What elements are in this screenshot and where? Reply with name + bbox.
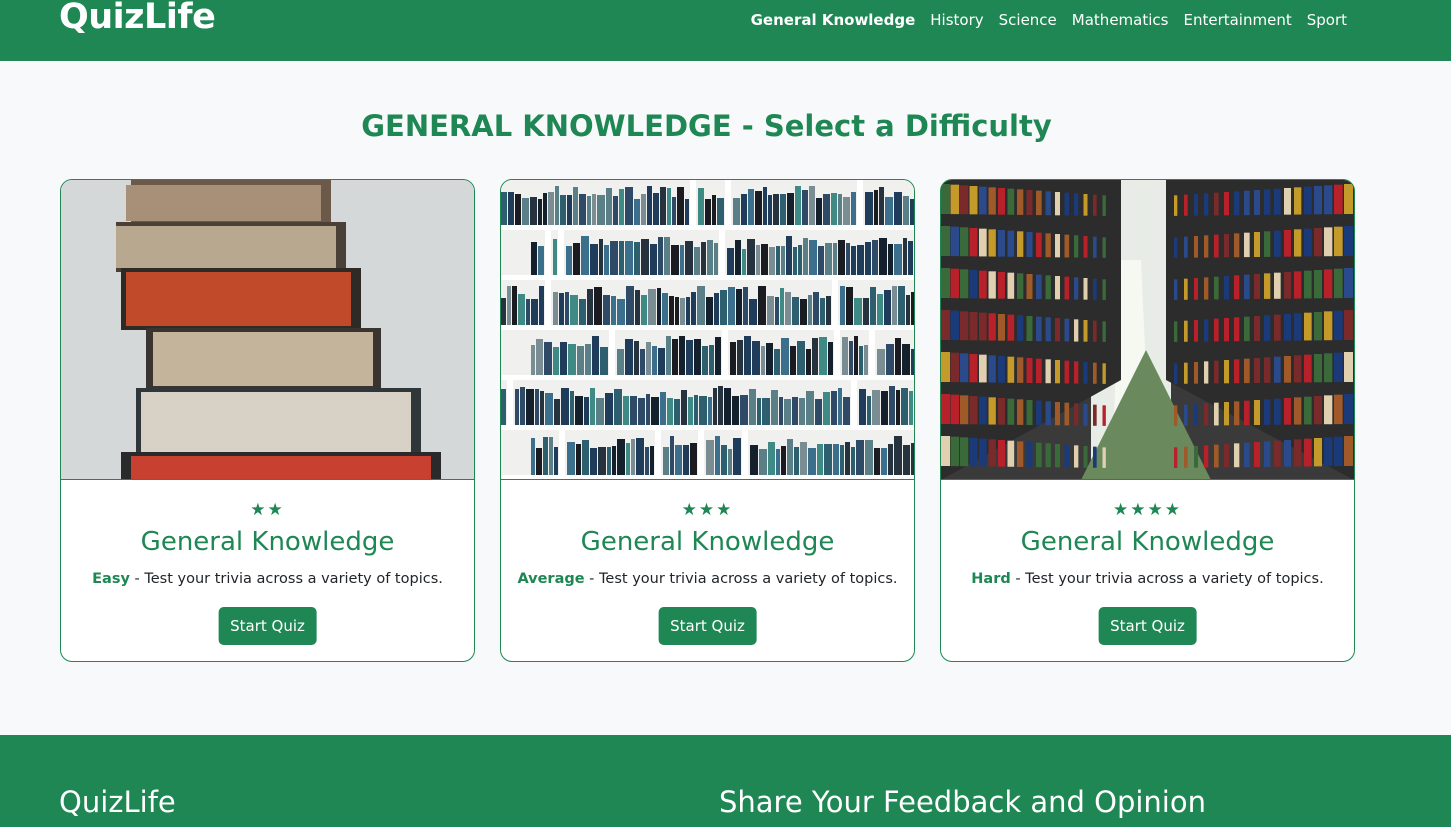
difficulty-level: Easy [92,571,130,587]
page-heading: GENERAL KNOWLEDGE - Select a Difficulty [361,109,1052,143]
main-nav: General Knowledge History Science Mathem… [751,11,1347,29]
nav-sport[interactable]: Sport [1307,11,1347,29]
card-description: Hard - Test your trivia across a variety… [941,571,1354,587]
nav-history[interactable]: History [930,11,983,29]
card-description: Easy - Test your trivia across a variety… [61,571,474,587]
nav-entertainment[interactable]: Entertainment [1183,11,1291,29]
difficulty-stars: ★★ [250,500,285,520]
stacked-books-image [61,180,474,480]
difficulty-stars: ★★★★ [1113,500,1182,520]
description-text: - Test your trivia across a variety of t… [129,571,443,587]
difficulty-card-easy: ★★ General Knowledge Easy - Test your tr… [60,179,475,662]
difficulty-card-average: ★★★ General Knowledge Average - Test you… [500,179,915,662]
footer: QuizLife Share Your Feedback and Opinion [0,735,1451,827]
difficulty-stars: ★★★ [681,500,734,520]
card-description: Average - Test your trivia across a vari… [501,571,914,587]
difficulty-level: Average [517,571,585,587]
difficulty-card-hard: ★★★★ General Knowledge Hard - Test your … [940,179,1355,662]
library-aisle-image [941,180,1354,480]
bookshelf-wall-image [501,180,914,480]
description-text: - Test your trivia across a variety of t… [584,571,898,587]
card-title: General Knowledge [580,527,835,557]
feedback-heading: Share Your Feedback and Opinion [719,785,1206,819]
navbar: QuizLife General Knowledge History Scien… [0,0,1451,61]
difficulty-level: Hard [971,571,1011,587]
description-text: - Test your trivia across a variety of t… [1010,571,1324,587]
card-title: General Knowledge [140,527,395,557]
nav-mathematics[interactable]: Mathematics [1072,11,1169,29]
brand-logo[interactable]: QuizLife [59,0,216,37]
footer-brand: QuizLife [59,785,176,819]
start-quiz-button-average[interactable]: Start Quiz [658,607,757,645]
nav-science[interactable]: Science [999,11,1057,29]
start-quiz-button-easy[interactable]: Start Quiz [218,607,317,645]
start-quiz-button-hard[interactable]: Start Quiz [1098,607,1197,645]
card-title: General Knowledge [1020,527,1275,557]
nav-general-knowledge[interactable]: General Knowledge [751,11,916,29]
